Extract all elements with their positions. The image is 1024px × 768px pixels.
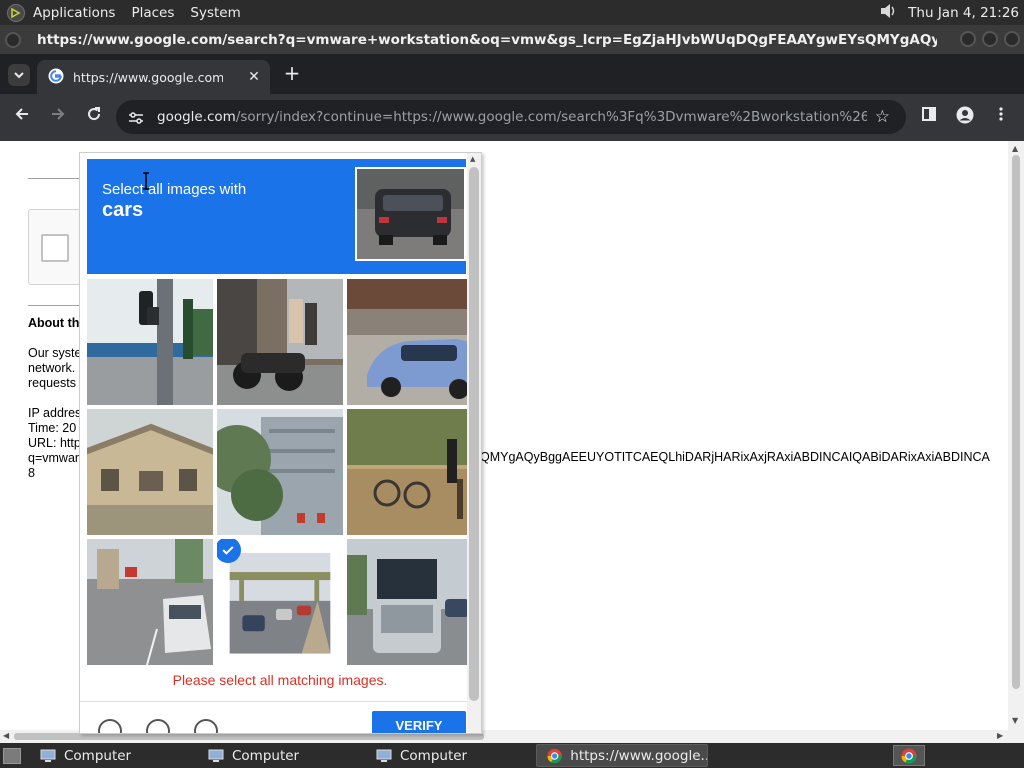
computer-icon xyxy=(208,749,224,762)
sample-image xyxy=(355,167,466,261)
url-host: google.com xyxy=(157,109,236,125)
back-button[interactable] xyxy=(11,106,33,128)
forward-button[interactable] xyxy=(47,106,69,128)
info-line: Our syste xyxy=(28,346,82,360)
url-continuation-text: QMYgAQyBggAEEUYOTITCAEQLhiDARjHARixAxjRA… xyxy=(480,450,990,464)
show-desktop-icon[interactable] xyxy=(3,748,21,764)
system-menu[interactable]: System xyxy=(190,5,240,21)
info-line: q=vmwar xyxy=(28,451,80,465)
volume-icon[interactable] xyxy=(878,2,898,24)
taskbar-item-computer-2[interactable]: Computer xyxy=(198,744,358,767)
url-path: /sorry/index?continue=https://www.google… xyxy=(235,109,867,125)
minimize-button[interactable] xyxy=(960,31,976,47)
footer-divider xyxy=(80,701,481,702)
image-tile-house[interactable] xyxy=(87,409,213,535)
bookmark-star-icon[interactable]: ☆ xyxy=(875,107,890,127)
browser-toolbar: google.com/sorry/index?continue=https://… xyxy=(0,94,1024,141)
close-window-button[interactable] xyxy=(1004,31,1020,47)
chevron-down-icon xyxy=(14,72,24,79)
reload-icon xyxy=(88,107,101,121)
tab-google-search[interactable]: https://www.google.com/sear ✕ xyxy=(37,60,270,94)
maximize-button[interactable] xyxy=(982,31,998,47)
bottom-taskbar: Computer Computer Computer https://www.g… xyxy=(0,743,1024,768)
page-vertical-scrollbar[interactable]: ▲ ▼ xyxy=(1008,141,1024,730)
tray-chrome-icon[interactable] xyxy=(893,745,925,766)
scroll-right-arrow-icon[interactable]: ▶ xyxy=(997,731,1003,740)
info-line: URL: http xyxy=(28,436,81,450)
info-line: network. xyxy=(28,361,76,375)
scroll-up-arrow-icon[interactable]: ▲ xyxy=(1012,144,1018,153)
tab-title: https://www.google.com/sear xyxy=(73,69,223,85)
close-tab-icon[interactable]: ✕ xyxy=(246,69,262,85)
scroll-down-arrow-icon[interactable]: ▼ xyxy=(1012,716,1018,725)
window-title: https://www.google.com/search?q=vmware+w… xyxy=(37,31,937,48)
top-panel: Applications Places System Thu Jan 4, 21… xyxy=(0,0,1024,25)
vertical-scroll-thumb[interactable] xyxy=(1012,155,1020,689)
image-tile-highway-cars-selected[interactable] xyxy=(217,539,343,665)
info-line: Time: 20 xyxy=(28,421,77,435)
challenge-scroll-thumb[interactable] xyxy=(469,167,479,701)
reload-button[interactable] xyxy=(83,106,105,128)
help-icon[interactable] xyxy=(194,719,218,733)
new-tab-button[interactable]: + xyxy=(282,63,302,83)
image-tile-motorcycles[interactable] xyxy=(217,279,343,405)
image-tile-traffic-light[interactable] xyxy=(87,279,213,405)
taskbar-item-computer-1[interactable]: Computer xyxy=(30,744,190,767)
challenge-scroll-up-icon[interactable]: ▲ xyxy=(470,155,475,163)
tab-strip: https://www.google.com/sear ✕ + xyxy=(0,54,1024,94)
kebab-menu-icon xyxy=(999,107,1003,121)
clock[interactable]: Thu Jan 4, 21:26 xyxy=(908,5,1019,21)
taskbar-item-chrome[interactable]: https://www.google... xyxy=(536,744,708,767)
verify-button[interactable]: VERIFY xyxy=(372,711,466,733)
image-tile-tree-building[interactable] xyxy=(217,409,343,535)
not-a-robot-checkbox[interactable] xyxy=(41,234,69,262)
site-info-icon[interactable] xyxy=(128,110,144,129)
info-line: IP addres xyxy=(28,406,82,420)
image-tile-street-van[interactable] xyxy=(87,539,213,665)
audio-challenge-icon[interactable] xyxy=(146,719,170,733)
side-panel-icon xyxy=(922,107,936,121)
image-tile-blue-car[interactable] xyxy=(347,279,473,405)
challenge-instruction: Select all images with xyxy=(102,181,247,198)
recaptcha-challenge: Select all images with cars Please selec… xyxy=(79,152,482,734)
horizontal-scroll-thumb[interactable] xyxy=(14,733,484,740)
distro-logo-icon[interactable] xyxy=(7,3,25,22)
reload-challenge-icon[interactable] xyxy=(98,719,122,733)
scroll-left-arrow-icon[interactable]: ◀ xyxy=(3,731,9,740)
window-titlebar[interactable]: https://www.google.com/search?q=vmware+w… xyxy=(0,25,1024,54)
image-grid xyxy=(87,279,473,667)
info-line: 8 xyxy=(28,466,35,480)
computer-icon xyxy=(376,749,392,762)
error-message: Please select all matching images. xyxy=(172,672,388,688)
computer-icon xyxy=(40,749,56,762)
arrow-right-icon xyxy=(52,108,65,120)
text-cursor-icon xyxy=(143,172,149,190)
applications-menu[interactable]: Applications xyxy=(33,5,115,21)
taskbar-label: Computer xyxy=(64,747,132,764)
tab-search-button[interactable] xyxy=(8,64,30,86)
window-menu-icon[interactable] xyxy=(5,31,21,48)
profile-button[interactable] xyxy=(954,106,976,128)
challenge-scrollbar[interactable]: ▲ xyxy=(467,153,481,733)
address-bar[interactable]: google.com/sorry/index?continue=https://… xyxy=(116,100,906,134)
profile-avatar-icon xyxy=(956,106,974,124)
google-favicon-icon xyxy=(48,68,64,87)
chrome-menu-button[interactable] xyxy=(990,106,1012,128)
chrome-icon xyxy=(547,748,562,763)
image-tile-bicycles[interactable] xyxy=(347,409,473,535)
side-panel-button[interactable] xyxy=(918,106,940,128)
challenge-target-word: cars xyxy=(102,199,144,221)
places-menu[interactable]: Places xyxy=(131,5,174,21)
about-heading: About th xyxy=(28,316,80,330)
taskbar-label: Computer xyxy=(232,747,300,764)
arrow-left-icon xyxy=(15,108,28,120)
taskbar-label: https://www.google... xyxy=(570,747,707,764)
taskbar-label: Computer xyxy=(400,747,468,764)
image-tile-bus[interactable] xyxy=(347,539,473,665)
taskbar-item-computer-3[interactable]: Computer xyxy=(366,744,526,767)
url-text[interactable]: google.com/sorry/index?continue=https://… xyxy=(157,109,867,125)
info-line: requests xyxy=(28,376,76,390)
